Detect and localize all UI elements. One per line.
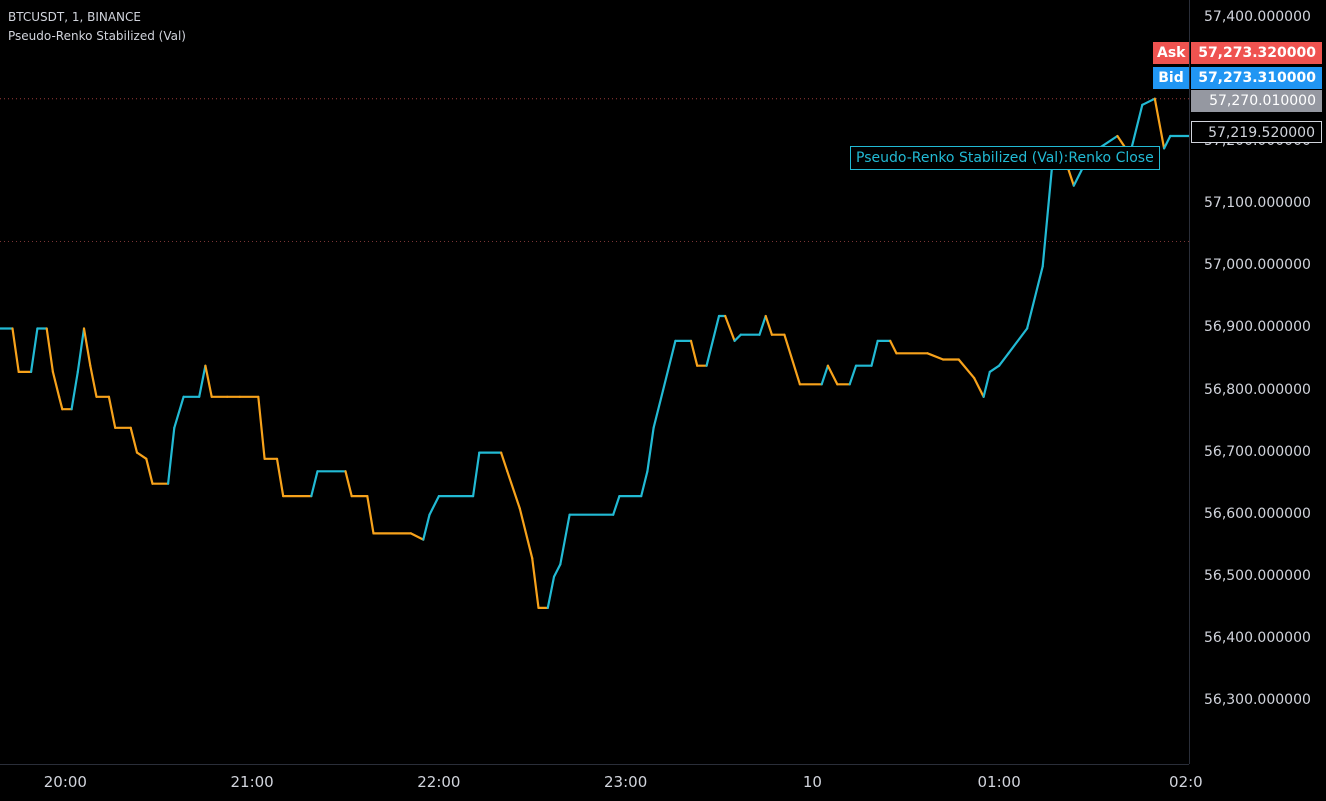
time-scale-label: 02:0 — [1169, 773, 1203, 791]
renko-segment — [848, 364, 858, 386]
renko-segment — [89, 364, 98, 398]
renko-segment — [552, 563, 562, 578]
renko-segment — [57, 395, 64, 411]
renko-segment — [1162, 134, 1172, 150]
time-scale-label: 10 — [802, 773, 822, 791]
renko-close-callout: Pseudo-Renko Stabilized (Val):Renko Clos… — [850, 146, 1160, 170]
price-scale-label: 56,900.000000 — [1204, 319, 1311, 336]
renko-segment — [344, 470, 353, 498]
renko-segment — [652, 389, 665, 429]
renko-segment — [129, 426, 139, 454]
ask-price-tag: 57,273.320000 — [1191, 42, 1322, 64]
price-scale[interactable]: 57,400.00000057,200.00000057,100.0000005… — [1189, 0, 1326, 764]
time-scale-label: 21:00 — [230, 773, 274, 791]
renko-segment — [135, 451, 148, 460]
renko-segment — [500, 451, 509, 473]
price-scale-label: 56,700.000000 — [1204, 443, 1311, 460]
renko-segment — [409, 532, 425, 541]
renko-segment — [926, 352, 945, 361]
time-scale[interactable]: 20:00 21:00 22:00 23:00 10 01:00 02:0 — [0, 764, 1203, 801]
price-scale-label: 56,600.000000 — [1204, 505, 1311, 522]
renko-segment — [870, 339, 879, 367]
renko-segment — [76, 327, 86, 373]
renko-segment — [689, 339, 699, 367]
price-scale-label: 57,000.000000 — [1204, 257, 1311, 274]
renko-segment — [546, 575, 556, 610]
renko-segment — [559, 513, 571, 566]
renko-segment — [310, 470, 319, 498]
renko-segment — [988, 364, 1001, 373]
symbol-legend[interactable]: BTCUSDT, 1, BINANCE — [8, 10, 141, 24]
renko-segment — [957, 358, 976, 380]
renko-segment — [889, 339, 898, 355]
renko-segment — [45, 327, 55, 373]
renko-segment — [167, 426, 176, 485]
chart-canvas[interactable] — [0, 0, 1191, 764]
renko-segment — [1025, 265, 1044, 330]
renko-segment — [70, 370, 79, 411]
renko-close-price-tag: 57,219.520000 — [1191, 121, 1322, 143]
time-scale-label: 01:00 — [977, 773, 1021, 791]
bid-label: Bid — [1153, 67, 1189, 89]
renko-segment — [257, 395, 266, 460]
price-scale-label: 56,300.000000 — [1204, 692, 1311, 708]
renko-segment — [51, 370, 61, 398]
chart-plot-area[interactable] — [0, 0, 1191, 764]
renko-segment — [646, 426, 655, 473]
renko-segment — [11, 327, 20, 373]
renko-segment — [30, 327, 39, 373]
renko-segment — [612, 495, 621, 516]
renko-segment — [982, 370, 991, 398]
renko-segment — [173, 395, 185, 429]
renko-segment — [1007, 327, 1029, 355]
price-scale-label: 57,400.000000 — [1204, 9, 1311, 25]
renko-segment — [783, 333, 802, 386]
time-scale-label: 20:00 — [43, 773, 87, 791]
renko-segment — [826, 364, 839, 386]
renko-segment — [820, 364, 830, 386]
last-price-tag: 57,270.010000 — [1191, 90, 1322, 112]
renko-segment — [724, 314, 736, 342]
time-scale-label: 23:00 — [604, 773, 648, 791]
renko-segment — [275, 457, 285, 498]
renko-segment — [764, 314, 774, 336]
renko-segment — [107, 395, 117, 429]
renko-segment — [428, 495, 440, 516]
price-scale-label: 57,100.000000 — [1204, 195, 1311, 212]
renko-segment — [204, 364, 213, 398]
renko-segment — [198, 364, 207, 398]
renko-segment — [82, 327, 92, 367]
renko-segment — [733, 333, 742, 342]
renko-segment — [506, 470, 521, 510]
renko-segment — [661, 339, 677, 392]
renko-segment — [472, 451, 481, 498]
renko-segment — [705, 314, 721, 367]
renko-segment — [366, 495, 375, 535]
renko-segment — [145, 457, 154, 485]
ask-label: Ask — [1153, 42, 1189, 64]
price-scale-label: 56,500.000000 — [1204, 567, 1311, 584]
time-scale-label: 22:00 — [417, 773, 461, 791]
price-scale-label: 56,800.000000 — [1204, 381, 1311, 398]
renko-segment — [758, 314, 767, 336]
renko-segment — [422, 513, 431, 541]
renko-segment — [973, 377, 985, 398]
renko-segment — [997, 352, 1010, 367]
renko-segment — [1041, 165, 1054, 268]
renko-segment — [1141, 97, 1156, 107]
price-scale-label: 56,400.000000 — [1204, 629, 1311, 646]
bid-price-tag: 57,273.310000 — [1191, 67, 1322, 89]
renko-segment — [640, 470, 649, 498]
indicator-legend[interactable]: Pseudo-Renko Stabilized (Val) — [8, 29, 186, 43]
renko-segment — [531, 557, 540, 610]
renko-segment — [518, 507, 534, 560]
renko-segment — [1153, 97, 1166, 150]
